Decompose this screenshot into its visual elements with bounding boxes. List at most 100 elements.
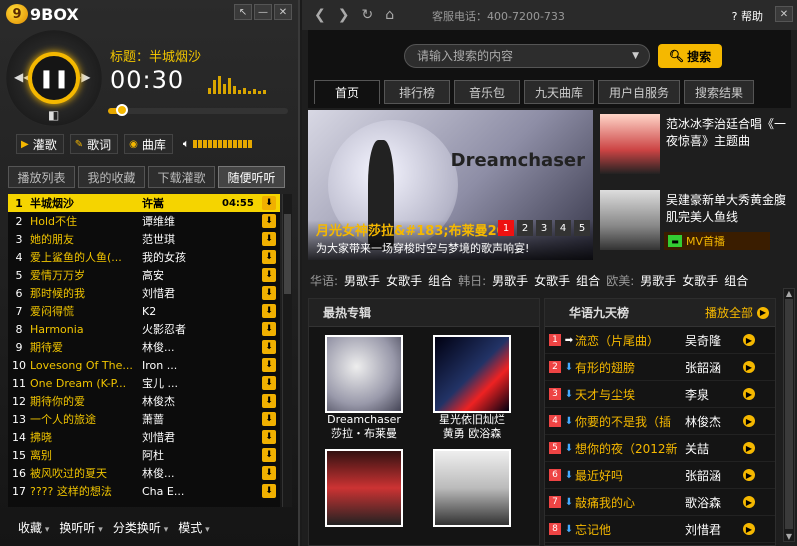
playlist-row[interactable]: 16 被风吹过的夏天 林俊... ⬇ — [8, 464, 280, 482]
play-icon[interactable]: ▶ — [743, 469, 755, 481]
search-button[interactable]: 🔍︎ 搜索 — [658, 44, 722, 68]
news-item[interactable]: 范冰冰李治廷合唱《一夜惊喜》主题曲 — [598, 110, 791, 182]
track-title[interactable]: 那时候的我 — [30, 285, 142, 301]
download-icon[interactable]: ⬇ — [262, 214, 276, 228]
chart-artist[interactable]: 张韶涵 — [685, 467, 743, 484]
category-link[interactable]: 组合 — [576, 272, 600, 289]
download-icon[interactable]: ⬇ — [262, 376, 276, 390]
banner-page[interactable]: 3 — [536, 220, 552, 236]
progress-knob[interactable] — [116, 104, 129, 116]
download-icon[interactable]: ⬇ — [262, 484, 276, 498]
chart-artist[interactable]: 李泉 — [685, 386, 743, 403]
track-title[interactable]: 爱情万万岁 — [30, 267, 142, 283]
album-item[interactable] — [323, 449, 405, 527]
banner-page[interactable]: 2 — [517, 220, 533, 236]
track-title[interactable]: Lovesong Of The... — [30, 359, 142, 372]
scroll-thumb[interactable] — [284, 214, 291, 294]
chart-row[interactable]: 1 ➡ 流恋（片尾曲） 吴奇隆 ▶ — [545, 327, 775, 354]
right-close-button[interactable]: ✕ — [775, 6, 793, 22]
download-icon[interactable]: ⬇ — [262, 322, 276, 336]
playlist-row[interactable]: 5 爱情万万岁 高安 ⬇ — [8, 266, 280, 284]
chart-row[interactable]: 6 ⬇ 最近好吗 张韶涵 ▶ — [545, 462, 775, 489]
track-title[interactable]: Hold不住 — [30, 213, 142, 229]
download-icon[interactable]: ⬇ — [262, 196, 276, 210]
album-cover[interactable] — [325, 449, 403, 527]
download-icon[interactable]: ⬇ — [262, 430, 276, 444]
download-icon[interactable]: ⬇ — [262, 268, 276, 282]
album-item[interactable] — [431, 449, 513, 527]
pause-button[interactable]: ❚❚ — [28, 52, 80, 104]
album-title[interactable]: Dreamchaser — [323, 413, 405, 427]
minimize-button[interactable]: — — [254, 4, 272, 20]
album-cover[interactable] — [433, 335, 511, 413]
banner-page[interactable]: 4 — [555, 220, 571, 236]
download-icon[interactable]: ⬇ — [262, 286, 276, 300]
tab-search-results[interactable]: 搜索结果 — [684, 80, 755, 104]
karaoke-button[interactable]: ▶ 灌歌 — [16, 134, 64, 154]
chart-row[interactable]: 7 ⬇ 敲痛我的心 歌浴森 ▶ — [545, 489, 775, 516]
track-title[interactable]: 爱闷得慌 — [30, 303, 142, 319]
close-button[interactable]: ✕ — [274, 4, 292, 20]
playlist-row[interactable]: 4 爱上鲨鱼的人鱼(... 我的女孩 ⬇ — [8, 248, 280, 266]
track-title[interactable]: ???? 这样的想法 — [30, 483, 142, 499]
tab-favorites[interactable]: 我的收藏 — [78, 166, 145, 188]
mode-menu[interactable]: 模式 — [178, 519, 209, 536]
tab-random[interactable]: 随便听听 — [218, 166, 285, 188]
play-icon[interactable]: ▶ — [743, 496, 755, 508]
playlist-row[interactable]: 2 Hold不住 谭维维 ⬇ — [8, 212, 280, 230]
download-icon[interactable]: ⬇ — [262, 394, 276, 408]
playlist-row[interactable]: 3 她的朋友 范世琪 ⬇ — [8, 230, 280, 248]
volume-control[interactable]: 🔈︎ — [183, 137, 253, 151]
playlist-row[interactable]: 17 ???? 这样的想法 Cha E... ⬇ — [8, 482, 280, 500]
mv-premiere-button[interactable]: ▬ MV首播 — [664, 232, 770, 250]
volume-level[interactable] — [193, 140, 253, 148]
tab-library[interactable]: 九天曲库 — [524, 80, 595, 104]
tab-self-service[interactable]: 用户自服务 — [598, 80, 681, 104]
chart-song-title[interactable]: 敲痛我的心 — [575, 494, 685, 511]
track-title[interactable]: 离别 — [30, 447, 142, 463]
search-input[interactable]: 请输入搜索的内容 ▼ — [404, 44, 650, 68]
category-link[interactable]: 男歌手 — [640, 272, 676, 289]
chart-artist[interactable]: 关喆 — [685, 440, 743, 457]
album-title[interactable]: 星光依旧灿烂 — [431, 413, 513, 427]
download-icon[interactable]: ⬇ — [262, 466, 276, 480]
album-item[interactable]: 星光依旧灿烂 黄勇 欧浴森 — [431, 335, 513, 441]
playlist-row[interactable]: 6 那时候的我 刘惜君 ⬇ — [8, 284, 280, 302]
play-all-button[interactable]: 播放全部 ▶ — [705, 304, 769, 321]
play-icon[interactable]: ▶ — [743, 334, 755, 346]
playlist-scrollbar[interactable] — [282, 194, 292, 507]
playlist-row[interactable]: 8 Harmonia 火影忍者 ⬇ — [8, 320, 280, 338]
album-cover[interactable] — [433, 449, 511, 527]
play-icon[interactable]: ▶ — [743, 415, 755, 427]
album-cover[interactable] — [325, 335, 403, 413]
banner-page[interactable]: 5 — [574, 220, 590, 236]
chart-artist[interactable]: 刘惜君 — [685, 521, 743, 538]
tab-home[interactable]: 首页 — [314, 80, 380, 104]
news-text[interactable]: 范冰冰李治廷合唱《一夜惊喜》主题曲 — [666, 116, 790, 150]
playlist-row[interactable]: 9 期待爱 林俊... ⬇ — [8, 338, 280, 356]
download-icon[interactable]: ⬇ — [262, 250, 276, 264]
track-title[interactable]: 期待爱 — [30, 339, 142, 355]
tab-music-pack[interactable]: 音乐包 — [454, 80, 520, 104]
play-icon[interactable]: ▶ — [743, 523, 755, 535]
playlist-row[interactable]: 12 期待你的爱 林俊杰 ⬇ — [8, 392, 280, 410]
playlist-row[interactable]: 7 爱闷得慌 K2 ⬇ — [8, 302, 280, 320]
track-title[interactable]: One Dream (K-P... — [30, 377, 142, 390]
play-icon[interactable]: ▶ — [743, 361, 755, 373]
help-link[interactable]: ? 帮助 — [732, 8, 763, 24]
chart-song-title[interactable]: 有形的翅膀 — [575, 359, 685, 376]
playlist-row[interactable]: 14 拂晓 刘惜君 ⬇ — [8, 428, 280, 446]
track-title[interactable]: 期待你的爱 — [30, 393, 142, 409]
scroll-down-icon[interactable]: ▼ — [784, 532, 794, 541]
chart-row[interactable]: 2 ⬇ 有形的翅膀 张韶涵 ▶ — [545, 354, 775, 381]
forward-icon[interactable]: ❯ — [338, 7, 350, 23]
download-icon[interactable]: ⬇ — [262, 304, 276, 318]
library-button[interactable]: ◉ 曲库 — [124, 134, 173, 154]
chart-row[interactable]: 5 ⬇ 想你的夜（2012新 关喆 ▶ — [545, 435, 775, 462]
album-artist[interactable]: 黄勇 欧浴森 — [431, 427, 513, 441]
track-title[interactable]: 一个人的旅途 — [30, 411, 142, 427]
track-title[interactable]: 爱上鲨鱼的人鱼(... — [30, 249, 142, 265]
play-icon[interactable]: ▶ — [743, 442, 755, 454]
chart-row[interactable]: 4 ⬇ 你要的不是我（插 林俊杰 ▶ — [545, 408, 775, 435]
home-icon[interactable]: ⌂ — [385, 7, 394, 23]
